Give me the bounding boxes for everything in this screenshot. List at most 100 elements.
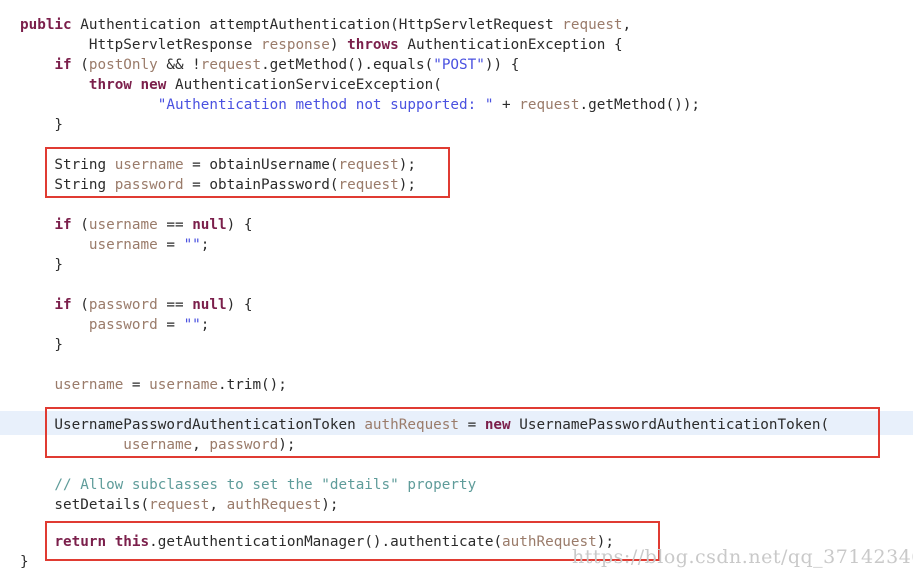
code-line: } bbox=[20, 335, 63, 355]
code-token-param: request bbox=[149, 497, 210, 513]
code-line: "Authentication method not supported: " … bbox=[20, 95, 700, 115]
code-token-plain: + bbox=[493, 97, 520, 113]
code-token-plain: ); bbox=[398, 177, 416, 193]
code-line: throw new AuthenticationServiceException… bbox=[20, 75, 442, 95]
code-token-param: password bbox=[114, 177, 184, 193]
code-line: username = username.trim(); bbox=[20, 375, 287, 395]
code-token-kw: public bbox=[20, 17, 72, 33]
code-line: String password = obtainPassword(request… bbox=[20, 175, 416, 195]
code-token-plain: = bbox=[157, 237, 184, 253]
code-token-kw: this bbox=[114, 534, 150, 550]
code-token-plain: = obtainPassword( bbox=[183, 177, 339, 193]
code-token-param: username bbox=[88, 217, 158, 233]
code-token-str: "POST" bbox=[433, 57, 485, 73]
code-token-plain: } bbox=[20, 337, 64, 353]
code-token-param: username bbox=[123, 437, 193, 453]
code-token-comment: // Allow subclasses to set the "details"… bbox=[20, 477, 477, 493]
code-token-plain: ) bbox=[329, 37, 348, 53]
code-line: if (postOnly && !request.getMethod().equ… bbox=[20, 55, 519, 75]
code-viewer[interactable]: public Authentication attemptAuthenticat… bbox=[0, 0, 913, 576]
code-token-plain: = obtainUsername( bbox=[183, 157, 339, 173]
code-line: public Authentication attemptAuthenticat… bbox=[20, 15, 631, 35]
code-token-str: "" bbox=[183, 317, 201, 333]
code-token-plain: ) { bbox=[226, 297, 253, 313]
code-token-plain: ); bbox=[278, 437, 296, 453]
code-token-plain: String bbox=[20, 177, 115, 193]
code-token-param: request bbox=[338, 157, 399, 173]
code-token-plain: ( bbox=[71, 57, 89, 73]
code-token-plain: , bbox=[622, 17, 632, 33]
code-token-param: request bbox=[338, 177, 399, 193]
code-token-plain: ); bbox=[398, 157, 416, 173]
code-token-plain: AuthenticationServiceException( bbox=[166, 77, 442, 93]
code-line: UsernamePasswordAuthenticationToken auth… bbox=[20, 415, 829, 435]
code-token-plain: setDetails( bbox=[20, 497, 150, 513]
code-token-param: password bbox=[88, 297, 158, 313]
code-token-plain: && ! bbox=[157, 57, 201, 73]
code-line: String username = obtainUsername(request… bbox=[20, 155, 416, 175]
code-token-plain: ( bbox=[71, 217, 89, 233]
code-line: username, password); bbox=[20, 435, 295, 455]
code-token-plain: AuthenticationException { bbox=[398, 37, 623, 53]
code-line: setDetails(request, authRequest); bbox=[20, 495, 339, 515]
code-token-kw: if bbox=[54, 297, 72, 313]
code-token-kw: null bbox=[192, 217, 227, 233]
code-token-plain: .getMethod()); bbox=[579, 97, 701, 113]
code-token-kw: throw bbox=[88, 77, 132, 93]
code-token-plain: ) { bbox=[226, 217, 253, 233]
code-token-param: request bbox=[562, 17, 623, 33]
code-token-plain: ( bbox=[71, 297, 89, 313]
code-token-plain: .getAuthenticationManager().authenticate… bbox=[149, 534, 503, 550]
code-token-plain: = bbox=[459, 417, 485, 433]
code-token-param: password bbox=[88, 317, 158, 333]
code-line: HttpServletResponse response) throws Aut… bbox=[20, 35, 623, 55]
code-token-plain: )) { bbox=[484, 57, 520, 73]
code-token-param: username bbox=[54, 377, 124, 393]
code-token-param: postOnly bbox=[88, 57, 158, 73]
code-token-param: password bbox=[209, 437, 279, 453]
code-token-plain: String bbox=[20, 157, 115, 173]
code-token-str: "Authentication method not supported: " bbox=[157, 97, 494, 113]
code-token-plain: ); bbox=[596, 534, 614, 550]
code-line: return this.getAuthenticationManager().a… bbox=[20, 532, 614, 552]
code-token-plain: Authentication attemptAuthentication(Htt… bbox=[71, 17, 563, 33]
code-line: password = ""; bbox=[20, 315, 210, 335]
code-token-plain: = bbox=[157, 317, 184, 333]
code-token-plain: } bbox=[20, 257, 64, 273]
code-token-param: response bbox=[261, 37, 330, 53]
code-token-kw: null bbox=[192, 297, 227, 313]
code-token-plain: .trim(); bbox=[218, 377, 287, 393]
code-token-plain: == bbox=[157, 217, 193, 233]
code-token-plain: HttpServletResponse bbox=[20, 37, 262, 53]
code-token-plain: UsernamePasswordAuthenticationToken( bbox=[510, 417, 830, 433]
code-token-plain: UsernamePasswordAuthenticationToken bbox=[20, 417, 365, 433]
code-token-plain: = bbox=[123, 377, 150, 393]
code-line: if (password == null) { bbox=[20, 295, 252, 315]
code-token-plain: ; bbox=[200, 317, 210, 333]
code-token-param: username bbox=[88, 237, 158, 253]
code-text-layer[interactable]: public Authentication attemptAuthenticat… bbox=[0, 0, 913, 576]
code-token-plain: } bbox=[20, 117, 64, 133]
code-token-param: username bbox=[149, 377, 219, 393]
code-token-plain: , bbox=[192, 437, 210, 453]
code-token-plain: .getMethod().equals( bbox=[261, 57, 434, 73]
code-token-param: authRequest bbox=[364, 417, 459, 433]
code-token-param: authRequest bbox=[502, 534, 597, 550]
code-token-plain: ; bbox=[200, 237, 210, 253]
code-token-plain: == bbox=[157, 297, 193, 313]
code-line: } bbox=[20, 552, 29, 572]
code-token-plain: ); bbox=[321, 497, 339, 513]
code-line: // Allow subclasses to set the "details"… bbox=[20, 475, 476, 495]
code-token-kw: return bbox=[54, 534, 107, 550]
code-line: } bbox=[20, 255, 63, 275]
